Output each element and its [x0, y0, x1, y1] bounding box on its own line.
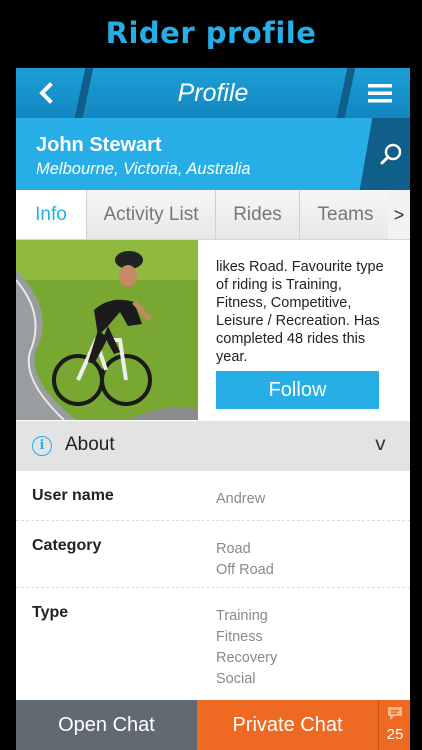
- rider-photo: [16, 240, 198, 420]
- about-section-header[interactable]: i About v: [16, 421, 410, 471]
- detail-row-user-name: User name Andrew: [16, 471, 410, 521]
- tab-rides[interactable]: Rides: [216, 190, 300, 239]
- rider-bio: likes Road. Favourite type of riding is …: [216, 259, 384, 365]
- rider-location: Melbourne, Victoria, Australia: [36, 160, 251, 178]
- detail-value: Andrew: [216, 491, 266, 507]
- detail-label: User name: [32, 487, 114, 504]
- back-button[interactable]: [16, 68, 76, 118]
- tab-activity-list[interactable]: Activity List: [87, 190, 216, 239]
- tab-info[interactable]: Info: [16, 190, 87, 239]
- tabs-more-icon[interactable]: >: [388, 190, 410, 239]
- follow-button[interactable]: Follow: [216, 371, 379, 409]
- chat-bubble-icon: [388, 707, 402, 720]
- info-icon: i: [32, 436, 52, 456]
- detail-value: Training: [216, 608, 268, 624]
- nav-bar: Profile: [16, 68, 410, 118]
- chevron-left-icon: [39, 82, 53, 104]
- detail-label: Type: [32, 604, 69, 621]
- private-chat-button[interactable]: Private Chat: [197, 700, 378, 750]
- nav-title: Profile: [177, 79, 249, 107]
- about-label: About: [65, 434, 115, 455]
- hamburger-menu-icon: [368, 84, 392, 103]
- detail-value: Fitness: [216, 629, 263, 645]
- menu-button[interactable]: [350, 68, 410, 118]
- detail-label: Category: [32, 537, 102, 554]
- open-chat-button[interactable]: Open Chat: [16, 700, 197, 750]
- chat-count-button[interactable]: 25: [378, 700, 410, 750]
- search-button[interactable]: [372, 118, 410, 190]
- detail-value: Off Road: [216, 562, 274, 578]
- chevron-down-icon[interactable]: v: [375, 433, 386, 455]
- detail-value: Social: [216, 671, 256, 687]
- promo-title: Rider profile: [105, 16, 317, 50]
- tab-teams[interactable]: Teams: [300, 190, 392, 239]
- phone-screen: Profile John Stewart Melbourne, Victoria…: [16, 68, 410, 750]
- rider-name: John Stewart: [36, 134, 162, 156]
- search-icon: [380, 143, 402, 165]
- detail-value: Recovery: [216, 650, 278, 666]
- detail-row-type: Type Training Fitness Recovery Social: [16, 588, 410, 700]
- detail-value: Road: [216, 541, 251, 557]
- detail-row-category: Category Road Off Road: [16, 521, 410, 588]
- chat-count-badge: 25: [386, 726, 404, 743]
- bottom-bar: Open Chat Private Chat 25: [16, 700, 410, 750]
- tab-bar: Info Activity List Rides Teams >: [16, 190, 410, 240]
- profile-header: John Stewart Melbourne, Victoria, Austra…: [16, 118, 410, 190]
